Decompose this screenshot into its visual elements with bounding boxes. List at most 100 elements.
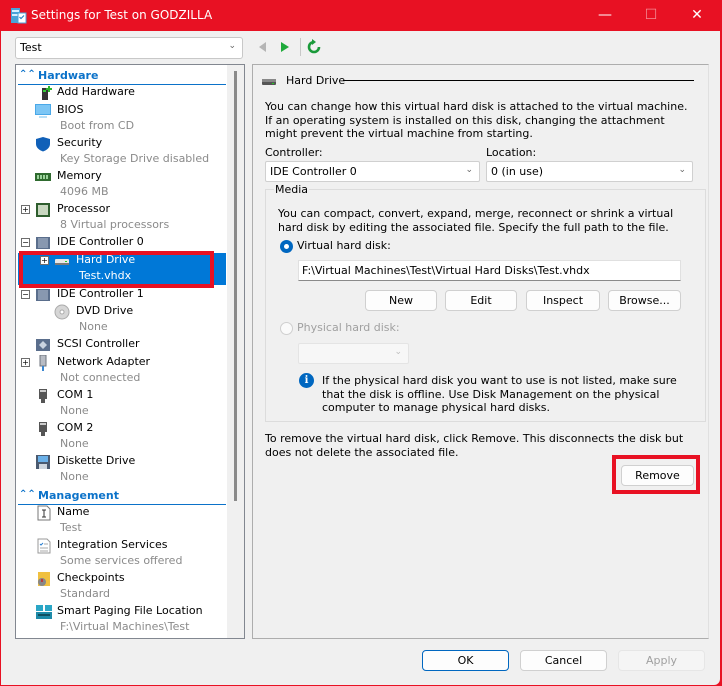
- network-adapter-icon: [39, 355, 47, 371]
- media-description: You can compact, convert, expand, merge,…: [278, 207, 674, 234]
- item-detail: None: [79, 320, 108, 333]
- browse-button[interactable]: Browse...: [608, 290, 681, 311]
- checkpoints-icon: [38, 572, 50, 586]
- vm-settings-app-icon: [11, 8, 27, 24]
- expand-icon[interactable]: +: [21, 205, 30, 214]
- tree-item-checkpoints[interactable]: Checkpoints Standard: [18, 571, 226, 603]
- hard-drive-icon: [262, 79, 276, 85]
- collapse-icon[interactable]: −: [21, 238, 30, 247]
- edit-button[interactable]: Edit: [445, 290, 517, 311]
- tree-item-bios[interactable]: BIOS Boot from CD: [18, 103, 226, 135]
- tree-item-name[interactable]: Name Test: [18, 505, 226, 537]
- item-name: Memory: [57, 169, 102, 182]
- hard-drive-settings-panel: Hard Drive You can change how this virtu…: [252, 64, 709, 639]
- item-detail: 4096 MB: [60, 185, 109, 198]
- apply-button[interactable]: Apply: [618, 650, 705, 671]
- collapse-icon[interactable]: −: [21, 290, 30, 299]
- tree-item-security[interactable]: Security Key Storage Drive disabled: [18, 136, 226, 168]
- controller-label: Controller:: [265, 146, 323, 159]
- tree-item-add-hardware[interactable]: Add Hardware: [18, 85, 226, 101]
- shield-icon: [36, 137, 50, 152]
- item-name: Add Hardware: [57, 85, 135, 98]
- media-groupbox: Media You can compact, convert, expand, …: [265, 183, 706, 422]
- item-name: Security: [57, 136, 103, 149]
- section-label: Hardware: [38, 69, 99, 82]
- media-legend: Media: [274, 183, 310, 196]
- tree-item-integration-services[interactable]: Integration Services Some services offer…: [18, 538, 226, 570]
- ok-button[interactable]: OK: [422, 650, 509, 671]
- tree-item-dvd-drive[interactable]: DVD Drive None: [18, 304, 226, 336]
- chevron-down-icon: ⌄: [678, 165, 686, 175]
- item-name: COM 2: [57, 421, 94, 434]
- vm-selector-dropdown[interactable]: Test ⌄: [15, 37, 243, 59]
- refresh-icon[interactable]: [306, 38, 322, 56]
- monitor-icon: [35, 104, 51, 118]
- intro-text: You can change how this virtual hard dis…: [265, 100, 688, 140]
- path-value: F:\Virtual Machines\Test\Virtual Hard Di…: [302, 264, 590, 277]
- vm-selector-value: Test: [20, 41, 42, 54]
- controller-dropdown[interactable]: IDE Controller 0 ⌄: [265, 161, 480, 182]
- tree-item-ide-controller-1[interactable]: − IDE Controller 1: [18, 287, 226, 303]
- tree-item-network-adapter[interactable]: + Network Adapter Not connected: [18, 355, 226, 387]
- chevron-down-icon: ⌄: [228, 41, 236, 51]
- smart-paging-icon: [36, 605, 52, 619]
- item-detail: None: [60, 470, 89, 483]
- physical-hard-disk-radio[interactable]: [280, 322, 293, 335]
- item-name: COM 1: [57, 388, 94, 401]
- panel-title: Hard Drive: [286, 74, 346, 87]
- item-detail: Some services offered: [60, 554, 183, 567]
- window-title: Settings for Test on GODZILLA: [31, 8, 213, 22]
- tree-item-ide-controller-0[interactable]: − IDE Controller 0: [18, 235, 226, 251]
- physical-disk-info-text: If the physical hard disk you want to us…: [322, 374, 677, 414]
- minimize-button[interactable]: —: [582, 0, 628, 31]
- section-management[interactable]: ⌃⌃ Management: [18, 487, 226, 505]
- virtual-hard-disk-radio[interactable]: [280, 240, 293, 253]
- item-detail: F:\Virtual Machines\Test: [60, 620, 190, 633]
- tree-item-processor[interactable]: + Processor 8 Virtual processors: [18, 202, 226, 234]
- item-detail: Test: [60, 521, 82, 534]
- close-button[interactable]: ✕: [674, 0, 720, 31]
- item-name: BIOS: [57, 103, 84, 116]
- item-detail: Key Storage Drive disabled: [60, 152, 210, 165]
- floppy-disk-icon: [36, 455, 50, 469]
- tree-scrollbar[interactable]: [227, 65, 244, 638]
- tree-item-diskette-drive[interactable]: Diskette Drive None: [18, 454, 226, 486]
- add-hardware-icon: [42, 86, 52, 100]
- com-port-icon: [39, 389, 47, 403]
- tree-item-com-1[interactable]: COM 1 None: [18, 388, 226, 420]
- back-arrow-icon[interactable]: [256, 39, 270, 55]
- item-name: DVD Drive: [76, 304, 134, 317]
- info-icon: i: [299, 373, 314, 388]
- location-value: 0 (in use): [491, 165, 544, 178]
- virtual-hard-disk-path-input[interactable]: F:\Virtual Machines\Test\Virtual Hard Di…: [298, 260, 681, 281]
- com-port-icon: [39, 422, 47, 436]
- virtual-hard-disk-label[interactable]: Virtual hard disk:: [297, 239, 391, 253]
- physical-hard-disk-label[interactable]: Physical hard disk:: [297, 321, 400, 335]
- expand-icon[interactable]: +: [21, 358, 30, 367]
- title-bar: Settings for Test on GODZILLA — ☐ ✕: [0, 0, 722, 31]
- tree-item-smart-paging-file-location[interactable]: Smart Paging File Location F:\Virtual Ma…: [18, 604, 226, 636]
- maximize-icon: ☐: [644, 7, 658, 23]
- location-dropdown[interactable]: 0 (in use) ⌄: [486, 161, 693, 182]
- forward-arrow-icon[interactable]: [278, 39, 292, 55]
- inspect-button[interactable]: Inspect: [526, 290, 600, 311]
- ide-controller-icon: [36, 237, 50, 249]
- cancel-button[interactable]: Cancel: [520, 650, 607, 671]
- section-hardware[interactable]: ⌃⌃ Hardware: [18, 67, 226, 85]
- tree-item-memory[interactable]: Memory 4096 MB: [18, 169, 226, 201]
- integration-services-icon: [37, 538, 51, 554]
- item-name: Smart Paging File Location: [57, 604, 203, 617]
- location-label: Location:: [486, 146, 537, 159]
- maximize-button[interactable]: ☐: [628, 0, 674, 31]
- tree-item-scsi-controller[interactable]: SCSI Controller: [18, 337, 226, 353]
- physical-hard-disk-dropdown[interactable]: ⌄: [298, 343, 409, 364]
- item-name: Network Adapter: [57, 355, 151, 368]
- item-name: Name: [57, 505, 90, 518]
- memory-icon: [35, 173, 51, 181]
- tree-item-com-2[interactable]: COM 2 None: [18, 421, 226, 453]
- item-name: Diskette Drive: [57, 454, 136, 467]
- item-name: Processor: [57, 202, 110, 215]
- collapse-chevrons-icon: ⌃⌃: [19, 489, 36, 500]
- new-button[interactable]: New: [365, 290, 437, 311]
- scrollbar-thumb[interactable]: [234, 71, 237, 501]
